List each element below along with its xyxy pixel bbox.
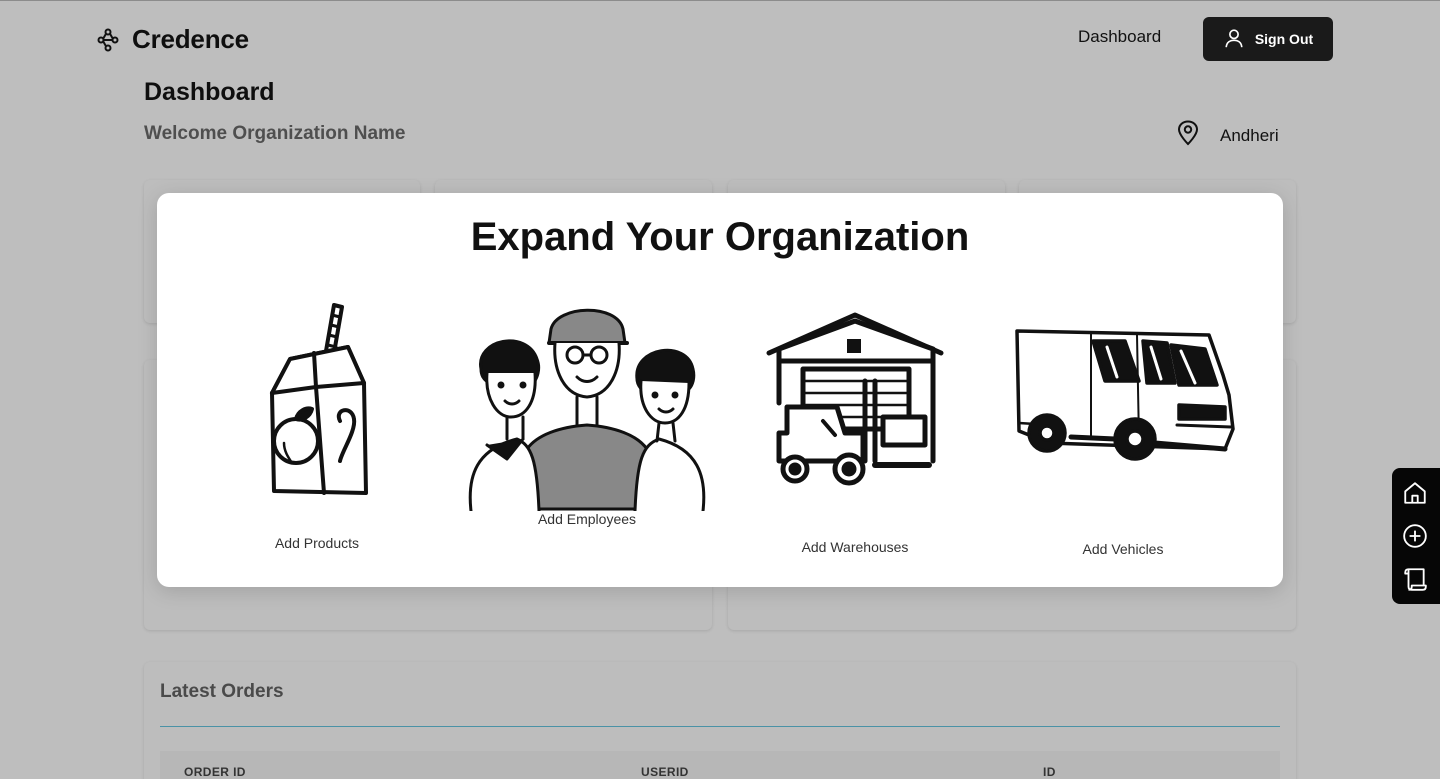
scroll-icon[interactable] [1400,564,1430,594]
brand[interactable]: Credence [96,24,249,55]
employees-group-illustration [467,299,707,511]
add-vehicles-label: Add Vehicles [1082,541,1164,557]
add-warehouses-option[interactable]: Add Warehouses [765,311,945,555]
divider [160,726,1280,727]
top-border [0,0,1440,1]
column-header-order-id[interactable]: ORDER ID [184,765,246,779]
expand-organization-modal: Expand Your Organization Add Products Ad… [157,193,1283,587]
add-employees-label: Add Employees [537,511,637,527]
page-title: Dashboard [144,78,275,106]
map-pin-icon [1176,120,1200,151]
delivery-van-illustration [1009,327,1237,475]
add-employees-option[interactable]: Add Employees [467,299,707,527]
add-products-option[interactable]: Add Products [247,301,387,551]
welcome-text: Welcome Organization Name [144,123,406,144]
latest-orders-title: Latest Orders [160,681,284,702]
latest-orders-card: Latest Orders ORDER ID USERID ID [144,662,1296,779]
add-vehicles-option[interactable]: Add Vehicles [1009,327,1237,557]
modal-title: Expand Your Organization [470,215,970,259]
brand-name: Credence [132,24,249,54]
location-selector[interactable]: Andheri [1176,120,1279,151]
home-icon[interactable] [1400,478,1430,508]
juice-carton-illustration [247,301,387,497]
location-text: Andheri [1220,125,1279,145]
table-header [160,751,1280,779]
side-dock [1392,468,1440,604]
column-header-userid[interactable]: USERID [641,765,689,779]
add-circle-icon[interactable] [1400,521,1430,551]
credence-logo-icon [96,28,120,52]
nav-dashboard-link[interactable]: Dashboard [1078,27,1161,47]
add-warehouses-label: Add Warehouses [801,539,909,555]
sign-out-button[interactable]: Sign Out [1203,17,1333,61]
column-header-id[interactable]: ID [1043,765,1056,779]
user-icon [1223,27,1245,52]
warehouse-forklift-illustration [765,311,945,491]
sign-out-label: Sign Out [1254,31,1314,47]
add-products-label: Add Products [274,535,360,551]
